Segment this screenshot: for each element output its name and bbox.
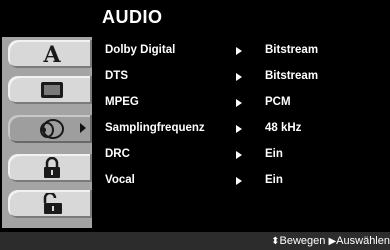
setting-label: MPEG xyxy=(105,96,139,108)
arrow-right-icon xyxy=(236,99,242,107)
setting-row-sampling-frequency[interactable]: Samplingfrequenz 48 kHz xyxy=(92,120,390,138)
setting-value: 48 kHz xyxy=(265,122,302,134)
setting-value: Ein xyxy=(265,174,283,186)
setting-label: Samplingfrequenz xyxy=(105,122,205,134)
navigation-hint: ⬍Bewegen ▶Auswählen xyxy=(271,235,390,247)
arrow-right-icon xyxy=(236,151,242,159)
tv-screen-icon xyxy=(41,82,63,98)
active-tab-arrow-icon xyxy=(80,123,86,133)
tab-audio[interactable] xyxy=(8,115,92,143)
svg-text:A: A xyxy=(42,43,61,65)
padlock-closed-icon xyxy=(44,157,60,178)
tab-language[interactable]: A xyxy=(8,40,92,68)
audio-setup-screen: AUDIO A Dolby Digital Bitstream DTS Bits… xyxy=(0,0,390,250)
padlock-open-icon xyxy=(43,193,62,214)
setting-row-drc[interactable]: DRC Ein xyxy=(92,146,390,164)
up-down-arrows-icon: ⬍ xyxy=(271,236,280,247)
setting-label: DTS xyxy=(105,70,128,82)
tab-display[interactable] xyxy=(8,76,92,104)
setting-label: DRC xyxy=(105,148,130,160)
setting-label: Vocal xyxy=(105,174,135,186)
speaker-icon xyxy=(40,119,64,139)
setting-label: Dolby Digital xyxy=(105,44,176,56)
setting-value: Bitstream xyxy=(265,70,319,82)
setting-row-dts[interactable]: DTS Bitstream xyxy=(92,68,390,86)
select-hint-label: Auswählen xyxy=(336,235,390,247)
setting-value: PCM xyxy=(265,96,291,108)
arrow-right-icon xyxy=(236,73,242,81)
setting-value: Bitstream xyxy=(265,44,319,56)
tab-lock[interactable] xyxy=(8,154,92,182)
setting-row-dolby-digital[interactable]: Dolby Digital Bitstream xyxy=(92,42,390,60)
footer-bar: ⬍Bewegen ▶Auswählen xyxy=(0,232,390,250)
setting-row-mpeg[interactable]: MPEG PCM xyxy=(92,94,390,112)
letter-a-icon: A xyxy=(42,43,61,65)
tab-others[interactable] xyxy=(8,190,92,218)
arrow-right-icon xyxy=(236,177,242,185)
move-hint-label: Bewegen xyxy=(279,235,326,247)
arrow-right-icon xyxy=(236,47,242,55)
arrow-right-icon xyxy=(236,125,242,133)
menu-title: AUDIO xyxy=(102,7,163,27)
setting-value: Ein xyxy=(265,148,283,160)
setting-row-vocal[interactable]: Vocal Ein xyxy=(92,172,390,190)
